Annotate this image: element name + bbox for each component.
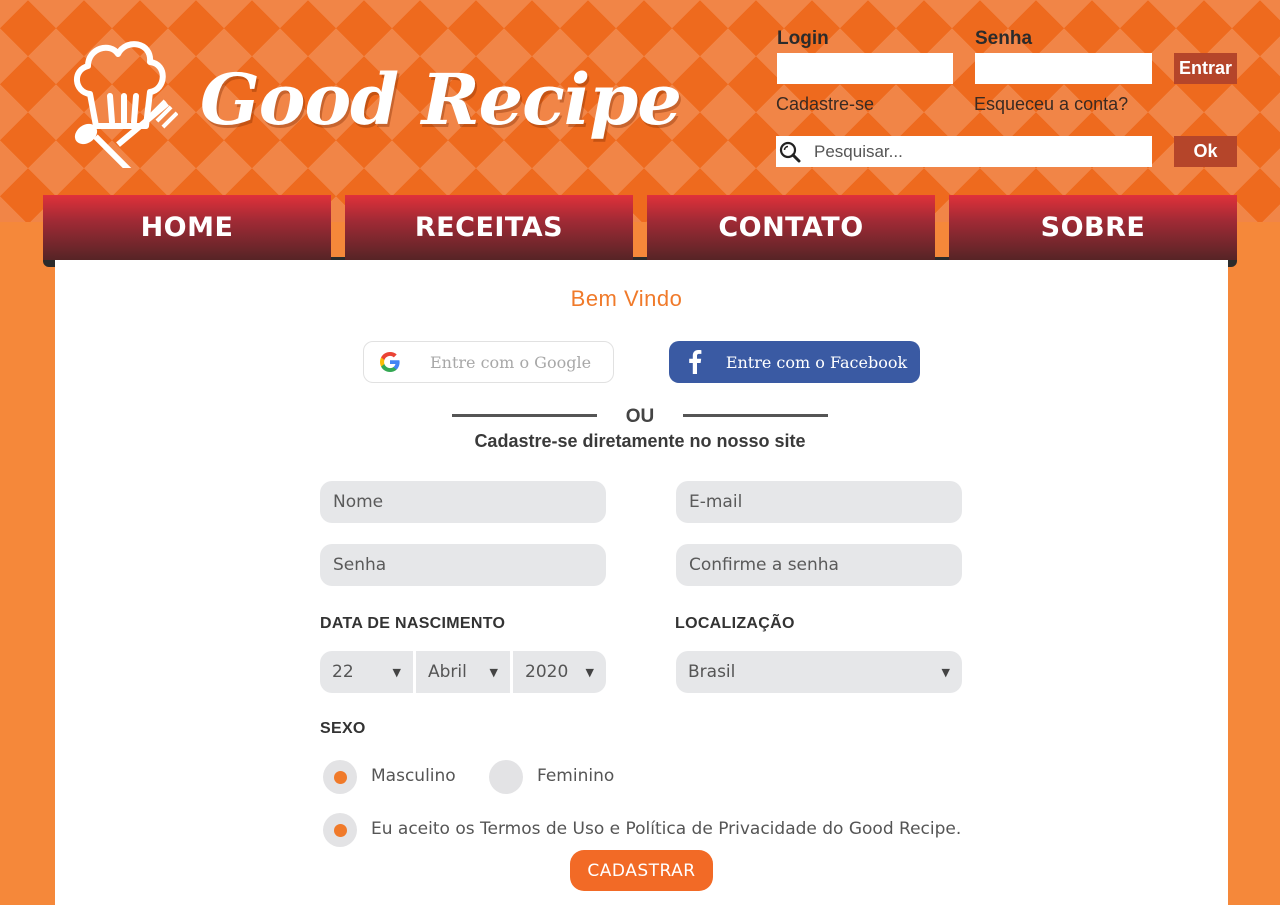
divider-left bbox=[452, 414, 597, 417]
nav-item-sobre[interactable]: SOBRE bbox=[949, 195, 1237, 260]
location-select[interactable]: Brasil ▼ bbox=[676, 651, 962, 693]
login-input[interactable] bbox=[777, 53, 953, 84]
password-label: Senha bbox=[975, 28, 1033, 49]
nav-item-contato[interactable]: CONTATO bbox=[647, 195, 935, 260]
nav-item-receitas[interactable]: RECEITAS bbox=[345, 195, 633, 260]
search-input[interactable] bbox=[804, 136, 1152, 167]
sex-option-feminino-label: Feminino bbox=[537, 766, 615, 786]
chevron-down-icon: ▼ bbox=[941, 665, 950, 679]
nav-item-home[interactable]: HOME bbox=[43, 195, 331, 260]
or-text: OU bbox=[625, 406, 655, 427]
facebook-icon bbox=[669, 341, 721, 383]
google-login-button[interactable]: Entre com o Google bbox=[363, 341, 614, 383]
birth-month-value: Abril bbox=[428, 662, 467, 682]
birth-month-select[interactable]: Abril ▼ bbox=[416, 651, 510, 693]
google-button-label: Entre com o Google bbox=[429, 352, 592, 372]
sex-label: SEXO bbox=[320, 720, 366, 737]
register-button[interactable]: CADASTRAR bbox=[570, 850, 713, 891]
google-icon bbox=[364, 341, 416, 383]
sex-radio-feminino[interactable] bbox=[489, 760, 523, 794]
birth-day-value: 22 bbox=[332, 662, 354, 682]
chevron-down-icon: ▼ bbox=[489, 665, 498, 679]
signup-panel bbox=[55, 260, 1228, 905]
password-field[interactable] bbox=[320, 544, 606, 586]
login-label: Login bbox=[777, 28, 829, 49]
name-field[interactable] bbox=[320, 481, 606, 523]
search-button[interactable]: Ok bbox=[1174, 136, 1237, 167]
facebook-button-label: Entre com o Facebook bbox=[725, 352, 908, 372]
radio-selected-dot bbox=[333, 770, 347, 784]
radio-selected-dot bbox=[333, 823, 347, 837]
search-icon bbox=[776, 136, 804, 167]
birth-day-select[interactable]: 22 ▼ bbox=[320, 651, 413, 693]
forgot-account-link[interactable]: Esqueceu a conta? bbox=[974, 94, 1128, 115]
site-header: Good Recipe Login Senha Entrar Cadastre-… bbox=[0, 0, 1280, 222]
search-bar bbox=[776, 136, 1152, 167]
welcome-heading: Bem Vindo bbox=[570, 286, 683, 311]
birth-date-label: DATA DE NASCIMENTO bbox=[320, 615, 506, 632]
facebook-login-button[interactable]: Entre com o Facebook bbox=[669, 341, 920, 383]
sex-radio-masculino[interactable] bbox=[323, 760, 357, 794]
birth-year-select[interactable]: 2020 ▼ bbox=[513, 651, 606, 693]
chef-hat-spoon-fork-icon bbox=[74, 41, 178, 168]
birth-year-value: 2020 bbox=[525, 662, 569, 682]
register-link[interactable]: Cadastre-se bbox=[776, 94, 874, 115]
confirm-password-field[interactable] bbox=[676, 544, 962, 586]
location-value: Brasil bbox=[688, 662, 736, 682]
terms-label: Eu aceito os Termos de Uso e Política de… bbox=[371, 819, 962, 839]
sex-option-masculino-label: Masculino bbox=[371, 766, 456, 786]
password-input[interactable] bbox=[975, 53, 1152, 84]
terms-checkbox[interactable] bbox=[323, 813, 357, 847]
divider-right bbox=[683, 414, 828, 417]
chevron-down-icon: ▼ bbox=[392, 665, 401, 679]
chevron-down-icon: ▼ bbox=[585, 665, 594, 679]
location-label: LOCALIZAÇÃO bbox=[675, 615, 795, 632]
logo-wordmark: Good Recipe bbox=[200, 58, 682, 141]
login-button[interactable]: Entrar bbox=[1174, 53, 1237, 84]
signup-subtitle: Cadastre-se diretamente no nosso site bbox=[474, 431, 806, 451]
email-field[interactable] bbox=[676, 481, 962, 523]
